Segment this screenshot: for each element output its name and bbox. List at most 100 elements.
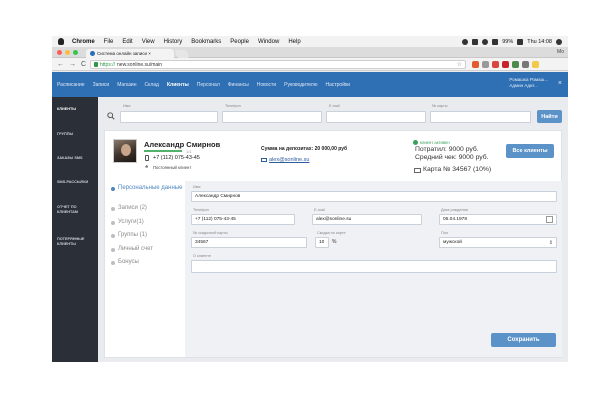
deposit-sum: Сумма на депозитах: 20 000,00 руб <box>261 146 348 152</box>
nav-manager[interactable]: Руководителю <box>284 82 317 88</box>
search-phone-input[interactable] <box>222 111 322 123</box>
menu-item-groups[interactable]: Группы (1) <box>111 232 183 238</box>
tab-title: Система онлайн записи × <box>97 51 151 56</box>
volume-icon[interactable] <box>492 38 499 45</box>
sidebar-item-lost-clients[interactable]: ПОТЕРЯННЫЕ КЛИЕНТЫ <box>57 237 95 247</box>
battery-percent[interactable]: 99% <box>502 39 513 45</box>
nav-schedule[interactable]: Расписание <box>57 82 85 88</box>
browser-toolbar: ← → C https://new.sonline.su/main ☆ <box>52 58 568 71</box>
nav-news[interactable]: Новости <box>257 82 276 88</box>
menu-item-personal-data[interactable]: Персональные данные <box>111 185 183 191</box>
all-clients-button[interactable]: Все клиенты <box>506 144 554 158</box>
extension-pencil-icon[interactable] <box>532 61 539 68</box>
zoom-window-icon[interactable] <box>73 50 78 55</box>
battery-icon[interactable] <box>517 38 524 45</box>
client-email-link[interactable]: alex@sonline.su <box>269 157 309 163</box>
extension-evernote-icon[interactable] <box>512 61 519 68</box>
clock[interactable]: Thu 14:08 <box>527 39 552 45</box>
phone-input[interactable]: +7 (112) 075-43-45 <box>191 214 295 225</box>
menu-item-account[interactable]: Личный счет <box>111 246 183 252</box>
nav-settings[interactable]: Настройки <box>325 82 350 88</box>
extension-menu-icon[interactable] <box>522 61 529 68</box>
nav-clients[interactable]: Клиенты <box>167 82 189 88</box>
extension-pinterest-icon[interactable] <box>502 61 509 68</box>
email-input[interactable]: alex@sonline.su <box>312 214 422 225</box>
menu-help[interactable]: Help <box>288 39 300 45</box>
browser-tab[interactable]: Система онлайн записи × <box>86 49 174 58</box>
close-window-icon[interactable] <box>57 50 62 55</box>
menu-history[interactable]: History <box>164 39 183 45</box>
sync-icon[interactable] <box>472 38 479 45</box>
client-card-number: Карта № 34567 (10%) <box>423 166 492 173</box>
menu-app-name[interactable]: Chrome <box>72 39 95 45</box>
discount-card-input[interactable]: 34567 <box>191 237 307 248</box>
client-phone: +7 (112) 075-43-45 <box>153 155 200 161</box>
sidebar-item-sms-mailing[interactable]: SMS-РАССЫЛКИ <box>57 180 95 185</box>
menu-view[interactable]: View <box>142 39 155 45</box>
extension-adblock-icon[interactable] <box>472 61 479 68</box>
menu-item-bonuses[interactable]: Бонусы <box>111 259 183 265</box>
card-icon <box>414 168 421 173</box>
new-tab-button[interactable] <box>174 50 190 58</box>
nav-staff[interactable]: Персонал <box>197 82 220 88</box>
sex-select[interactable]: мужской ⇕ <box>439 237 557 248</box>
forward-icon[interactable]: → <box>69 60 76 69</box>
save-button[interactable]: Сохранить <box>491 333 556 347</box>
menu-item-records[interactable]: Записи (2) <box>111 205 183 211</box>
window-controls <box>57 50 78 55</box>
bullet-icon <box>111 187 115 191</box>
sidebar-item-groups[interactable]: ГРУППЫ <box>57 132 95 137</box>
nav-finance[interactable]: Финансы <box>228 82 249 88</box>
name-input[interactable]: Александр Смирнов <box>191 191 557 202</box>
spotlight-icon[interactable] <box>556 38 562 45</box>
extension-cast-icon[interactable] <box>482 61 489 68</box>
nav-shop[interactable]: Магазин <box>117 82 136 88</box>
apple-icon[interactable] <box>58 38 64 45</box>
search-name-label: Имя <box>123 104 131 108</box>
menu-item-label: Бонусы <box>118 259 139 265</box>
menu-window[interactable]: Window <box>258 39 279 45</box>
search-name-input[interactable] <box>120 111 218 123</box>
user-menu[interactable]: Ромашка Ромаш... Админ Адит... <box>509 77 548 89</box>
url-scheme: https:// <box>100 61 116 68</box>
search-card-input[interactable] <box>430 111 531 123</box>
nav-records[interactable]: Записи <box>93 82 110 88</box>
logout-icon[interactable]: × <box>558 80 562 87</box>
menu-item-services[interactable]: Услуги(1) <box>111 219 183 225</box>
browser-tab-bar: Система онлайн записи × Mo <box>52 47 568 58</box>
client-spent: Потратил: 9000 руб. <box>415 146 479 153</box>
search-email-input[interactable] <box>326 111 426 123</box>
menu-file[interactable]: File <box>104 39 114 45</box>
menu-people[interactable]: People <box>230 39 249 45</box>
minimize-window-icon[interactable] <box>65 50 70 55</box>
back-icon[interactable]: ← <box>57 60 64 69</box>
dropbox-icon[interactable] <box>462 38 469 45</box>
main-nav: Расписание Записи Магазин Склад Клиенты … <box>57 72 358 97</box>
profile-button[interactable]: Mo <box>557 49 564 55</box>
menu-bookmarks[interactable]: Bookmarks <box>191 39 221 45</box>
reload-icon[interactable]: C <box>81 60 86 69</box>
favicon-icon <box>90 51 95 56</box>
bookmark-star-icon[interactable]: ☆ <box>457 61 462 68</box>
find-button[interactable]: Найти <box>537 110 562 123</box>
birth-date-input[interactable]: 05.04.1978 <box>439 214 557 225</box>
sidebar-item-client-report[interactable]: ОТЧЕТ ПО КЛИЕНТАМ <box>57 205 95 215</box>
menu-item-label: Группы (1) <box>118 232 147 238</box>
about-input[interactable] <box>191 260 557 273</box>
avatar <box>113 139 137 163</box>
discount-card-label: № скидочной карты <box>193 231 228 235</box>
nav-stock[interactable]: Склад <box>144 82 158 88</box>
search-icon[interactable] <box>107 112 115 120</box>
address-bar[interactable]: https://new.sonline.su/main ☆ <box>90 60 466 69</box>
search-phone-label: Телефон <box>225 104 241 108</box>
sidebar-item-sms-orders[interactable]: ЗАКАЗЫ SMS <box>57 156 95 161</box>
profile-progress-fill <box>144 150 182 152</box>
menu-edit[interactable]: Edit <box>122 39 132 45</box>
wifi-icon[interactable] <box>482 38 489 45</box>
app-header: Расписание Записи Магазин Склад Клиенты … <box>52 72 568 97</box>
about-label: О клиенте <box>193 254 212 258</box>
sidebar-item-clients[interactable]: КЛИЕНТЫ <box>57 107 95 112</box>
calendar-icon[interactable] <box>546 216 553 223</box>
card-discount-input[interactable]: 10 <box>315 237 329 248</box>
extension-pocket-icon[interactable] <box>492 61 499 68</box>
